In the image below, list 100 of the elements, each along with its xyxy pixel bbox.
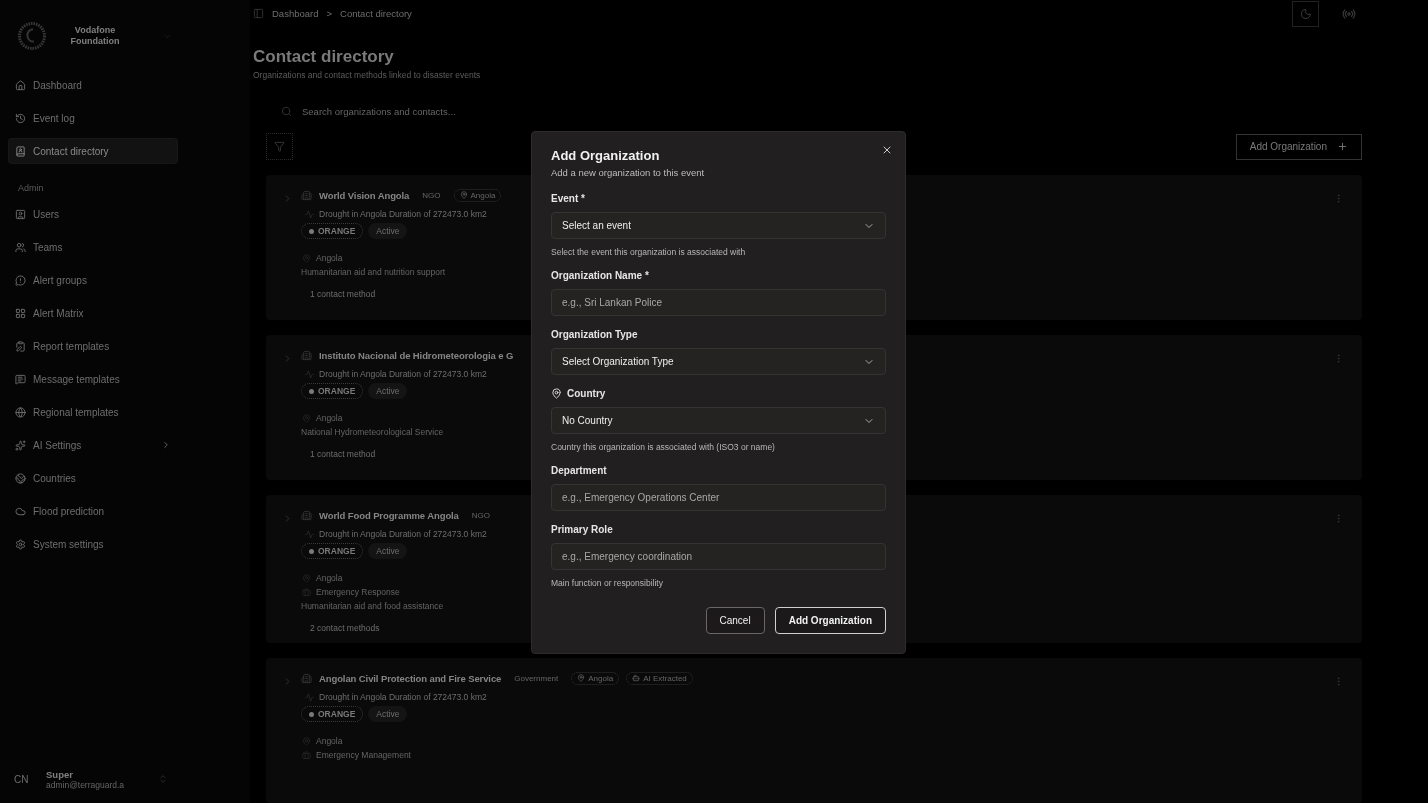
user-card-icon xyxy=(15,208,26,220)
user-initials: CN xyxy=(14,773,30,785)
country-text: Angola xyxy=(316,413,343,423)
building-icon xyxy=(301,189,312,201)
sidebar-item[interactable]: Countries xyxy=(8,465,178,491)
contact-book-icon xyxy=(15,145,26,157)
cancel-button[interactable]: Cancel xyxy=(705,607,765,634)
event-name: Drought in Angola Duration of 272473.0 km2 xyxy=(319,369,487,379)
people-icon xyxy=(15,241,26,253)
expand-icon xyxy=(158,774,168,784)
home-icon xyxy=(15,79,26,91)
activity-icon xyxy=(305,209,314,219)
sidebar-item[interactable]: Regional templates xyxy=(8,399,178,425)
search-field[interactable]: Search organizations and contacts... xyxy=(300,105,541,118)
sidebar-item[interactable]: Alert groups xyxy=(8,267,178,293)
field-label: Organization Name * xyxy=(551,270,650,281)
theme-toggle-button[interactable] xyxy=(1292,0,1319,27)
field-label: Primary Role xyxy=(551,524,614,535)
close-icon xyxy=(881,144,893,156)
description-text: Humanitarian aid and food assistance xyxy=(301,601,444,611)
country-text: Angola xyxy=(316,573,343,583)
select-field[interactable]: Select Organization Type xyxy=(551,348,886,375)
pin-icon xyxy=(577,674,586,682)
sidebar-item[interactable]: System settings xyxy=(8,531,178,557)
pin-icon xyxy=(459,191,468,199)
organization-name: Instituto Nacional de Hidrometeorologia e G xyxy=(319,349,514,361)
breadcrumb-link[interactable]: Contact directory xyxy=(340,8,412,19)
filter-button[interactable] xyxy=(266,133,293,160)
message-icon xyxy=(15,373,26,385)
sidebar-item[interactable]: Users xyxy=(8,201,178,227)
field-hint: Country this organization is associated with (ISO3 or name) xyxy=(551,442,776,452)
select-field[interactable]: Select an event xyxy=(551,212,886,239)
type-tag: NGO xyxy=(465,508,497,522)
sidebar-item[interactable]: Dashboard xyxy=(8,72,178,98)
alert-bubble-icon xyxy=(15,274,26,286)
description-text: Humanitarian aid and nutrition support xyxy=(301,267,446,277)
building-icon xyxy=(301,509,312,521)
plus-icon xyxy=(1337,141,1348,152)
filter-icon xyxy=(274,141,285,152)
moon-icon xyxy=(1299,7,1312,20)
close-button[interactable] xyxy=(881,144,893,156)
pin-icon xyxy=(551,388,562,399)
submit-button[interactable]: Add Organization xyxy=(774,607,886,634)
page-subtitle: Organizations and contact methods linked to disaster events xyxy=(253,70,482,80)
add-organization-button[interactable]: Add Organization xyxy=(1235,133,1362,160)
sidebar-item[interactable]: Alert Matrix xyxy=(8,300,178,326)
pin-icon xyxy=(302,736,311,746)
sidebar-item[interactable]: AI Settings xyxy=(8,432,178,458)
breadcrumb-separator: > xyxy=(326,8,333,19)
building-icon xyxy=(301,672,312,684)
broadcast-icon xyxy=(1341,6,1356,21)
page-title: Contact directory xyxy=(253,47,395,67)
sidebar-item[interactable]: Contact directory xyxy=(8,138,178,164)
sidebar-item[interactable]: Flood prediction xyxy=(8,498,178,524)
input-field[interactable]: e.g., Emergency Operations Center xyxy=(551,484,886,511)
event-name: Drought in Angola Duration of 272473.0 km2 xyxy=(319,209,487,219)
brand-name: Vodafone Foundation xyxy=(69,25,121,47)
field-hint: Main function or responsibility xyxy=(551,578,664,588)
pin-icon xyxy=(302,253,311,263)
dialog-title: Add Organization xyxy=(551,148,661,163)
field-label: Department xyxy=(551,465,608,476)
user-name: Super xyxy=(46,768,74,780)
breadcrumb-link[interactable]: Dashboard xyxy=(272,8,319,19)
sidebar-item[interactable]: Report templates xyxy=(8,333,178,359)
activity-icon xyxy=(305,529,314,539)
activity-icon xyxy=(305,692,314,702)
contact-count: 2 contact methods xyxy=(310,623,380,633)
organization-name: World Food Programme Angola xyxy=(319,509,459,521)
input-field[interactable]: e.g., Emergency coordination xyxy=(551,543,886,570)
country-text: Angola xyxy=(316,736,343,746)
search-icon xyxy=(281,106,292,117)
building-icon xyxy=(301,349,312,361)
department-text: Emergency Response xyxy=(316,587,400,597)
status-badge: Active xyxy=(368,706,408,722)
status-badge: Active xyxy=(368,223,408,239)
user-email: admin@terraguard.a xyxy=(46,779,126,790)
cloud-icon xyxy=(15,505,26,517)
sidebar-toggle-icon[interactable] xyxy=(253,8,264,19)
sidebar-item[interactable]: Event log xyxy=(8,105,178,131)
briefcase-icon xyxy=(302,750,311,760)
sparkles-icon xyxy=(15,439,26,451)
input-field[interactable]: e.g., Sri Lankan Police xyxy=(551,289,886,316)
event-name: Drought in Angola Duration of 272473.0 km2 xyxy=(319,529,487,539)
history-icon xyxy=(15,112,26,124)
chevron-right-icon xyxy=(161,440,171,450)
grid-icon xyxy=(15,307,26,319)
description-text: National Hydrometeorological Service xyxy=(301,427,444,437)
sidebar-item[interactable]: Teams xyxy=(8,234,178,260)
logo-icon xyxy=(18,22,46,50)
organization-name: World Vision Angola xyxy=(319,189,410,201)
event-name: Drought in Angola Duration of 272473.0 km2 xyxy=(319,692,487,702)
sidebar-item[interactable]: Message templates xyxy=(8,366,178,392)
status-badge: Active xyxy=(368,383,408,399)
field-hint: Select the event this organization is associated with xyxy=(551,247,747,257)
dialog-subtitle: Add a new organization to this event xyxy=(551,167,706,178)
field-label: Organization Type xyxy=(551,329,639,340)
status-badge: Active xyxy=(368,543,408,559)
select-field[interactable]: No Country xyxy=(551,407,886,434)
contact-count: 1 contact method xyxy=(310,449,376,459)
field-label: Country xyxy=(551,388,886,399)
